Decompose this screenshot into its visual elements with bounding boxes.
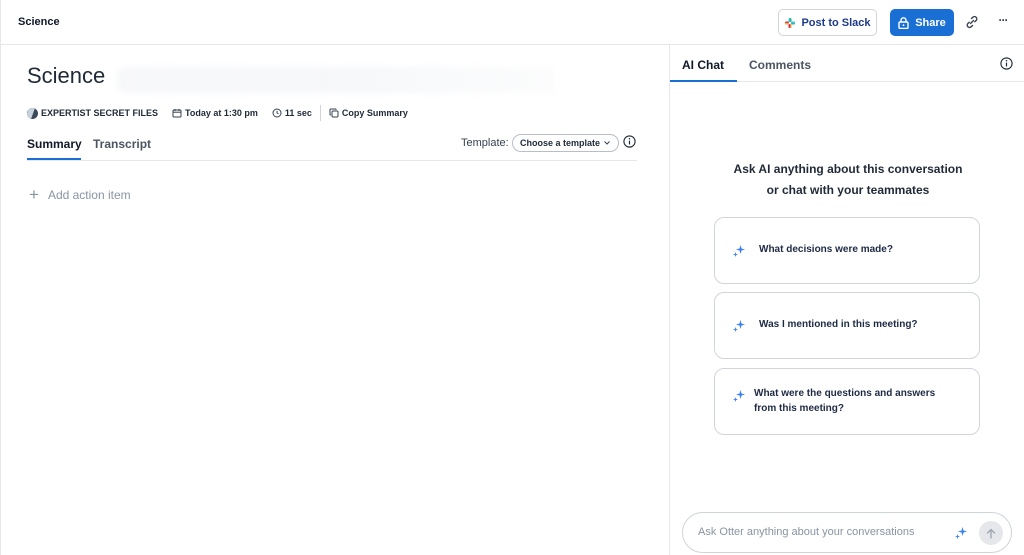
date-meta: Today at 1:30 pm [172, 108, 258, 118]
conversation-pane: Science EXPERTIST SECRET FILES Today at … [0, 45, 670, 555]
date-text: Today at 1:30 pm [185, 108, 258, 118]
send-button[interactable] [979, 521, 1003, 545]
blurred-region [116, 67, 556, 93]
tab-transcript[interactable]: Transcript [93, 137, 151, 151]
info-icon[interactable] [1000, 57, 1013, 70]
post-to-slack-button[interactable]: Post to Slack [778, 9, 877, 36]
chat-input[interactable]: Ask Otter anything about your conversati… [682, 512, 1012, 553]
duration-text: 11 sec [284, 108, 312, 118]
sparkle-icon [955, 527, 967, 539]
suggestion-text: What were the questions and answers from… [754, 388, 936, 414]
sparkle-icon [733, 245, 745, 257]
sparkle-icon [733, 320, 745, 332]
tab-ai-chat[interactable]: AI Chat [670, 58, 737, 82]
copy-icon [329, 108, 339, 118]
lock-icon [898, 16, 909, 29]
top-bar: Science Post to Slack Share ··· [0, 0, 1024, 45]
chat-tabs: AI Chat Comments [670, 45, 1024, 82]
folder-meta[interactable]: EXPERTIST SECRET FILES [27, 107, 159, 119]
page-title: Science [18, 16, 60, 28]
suggestion-card[interactable]: What were the questions and answers from… [714, 368, 980, 435]
more-icon[interactable]: ··· [995, 14, 1011, 30]
suggestion-text: What decisions were made? [759, 244, 893, 255]
share-label: Share [915, 16, 946, 29]
share-button[interactable]: Share [890, 9, 954, 36]
chat-prompt-line1: Ask AI anything about this conversation [733, 162, 963, 176]
conversation-meta: EXPERTIST SECRET FILES Today at 1:30 pm … [27, 105, 422, 121]
duration-meta: 11 sec [272, 108, 312, 118]
add-action-item-button[interactable]: + Add action item [29, 185, 131, 204]
link-icon[interactable] [964, 14, 980, 30]
suggestion-card[interactable]: What decisions were made? [714, 217, 980, 284]
calendar-icon [172, 109, 182, 118]
tab-summary[interactable]: Summary [27, 137, 82, 160]
arrow-up-icon [986, 528, 996, 539]
info-icon[interactable] [623, 135, 636, 148]
meta-divider [319, 105, 321, 121]
folder-icon [27, 107, 38, 119]
folder-name: EXPERTIST SECRET FILES [41, 108, 159, 118]
template-select-value: Choose a template [520, 138, 601, 148]
plus-icon: + [29, 185, 39, 204]
conversation-title: Science [27, 63, 106, 88]
copy-summary-label: Copy Summary [341, 108, 408, 118]
chat-pane: AI Chat Comments Ask AI anything about t… [670, 45, 1024, 555]
slack-icon [785, 17, 796, 28]
template-label: Template: [461, 137, 509, 149]
sparkle-icon [733, 390, 745, 402]
chat-input-placeholder: Ask Otter anything about your conversati… [698, 526, 915, 538]
copy-summary-button[interactable]: Copy Summary [329, 108, 408, 118]
suggestion-card[interactable]: Was I mentioned in this meeting? [714, 292, 980, 359]
post-to-slack-label: Post to Slack [801, 16, 871, 29]
conversation-tabs: Summary Transcript Template: Choose a te… [27, 134, 637, 161]
clock-icon [272, 108, 282, 118]
chat-prompt-line2: or chat with your teammates [766, 183, 930, 197]
tab-comments[interactable]: Comments [749, 58, 811, 72]
chevron-down-icon [604, 141, 610, 145]
add-action-label: Add action item [47, 188, 131, 202]
suggestion-text: Was I mentioned in this meeting? [759, 319, 918, 330]
template-select[interactable]: Choose a template [512, 134, 619, 152]
